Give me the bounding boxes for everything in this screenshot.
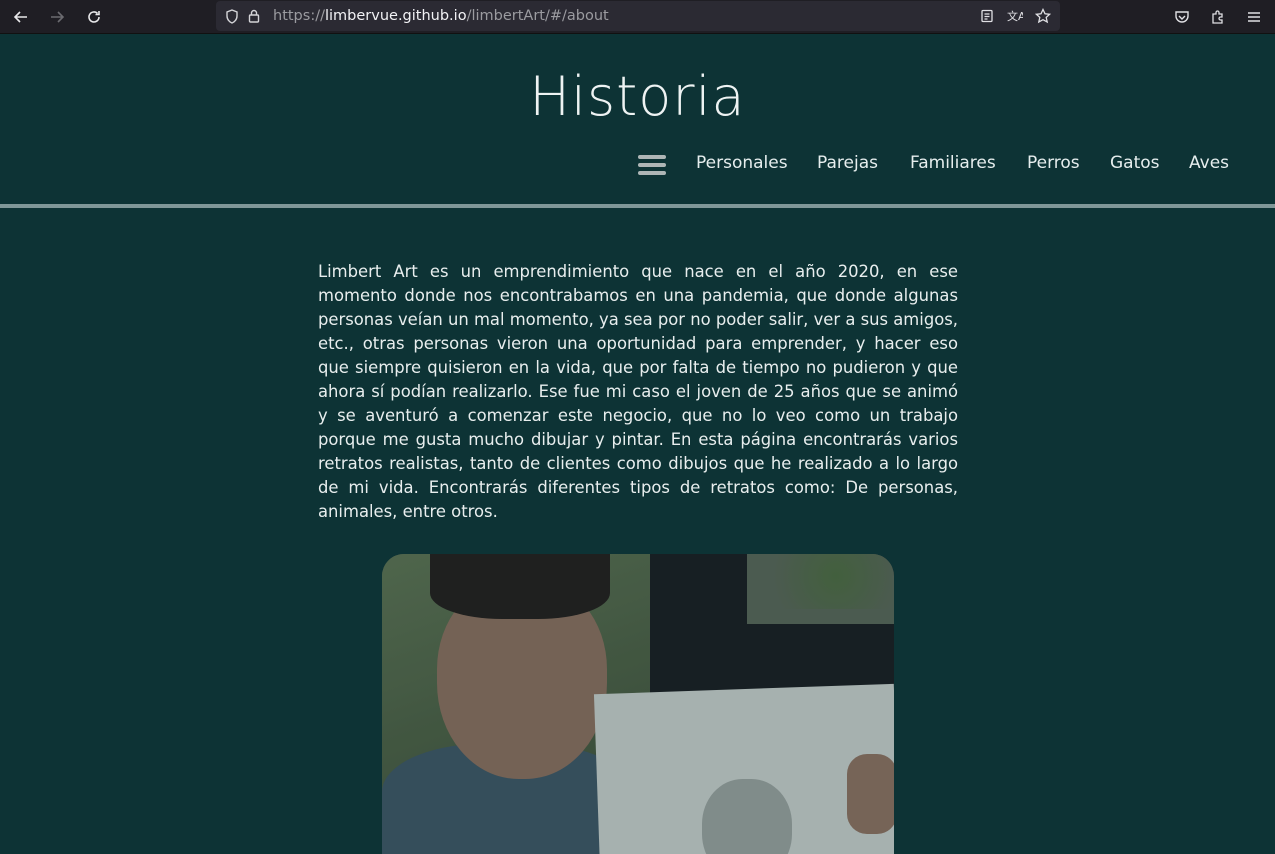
translate-icon[interactable]: 文A xyxy=(1004,5,1026,27)
svg-text:文A: 文A xyxy=(1007,9,1023,23)
nav-link-gatos[interactable]: Gatos xyxy=(1110,153,1160,173)
page-title: Historia xyxy=(529,65,746,128)
artist-photo xyxy=(382,554,894,854)
nav-link-perros[interactable]: Perros xyxy=(1027,153,1080,173)
forward-button[interactable] xyxy=(44,5,70,29)
url-path: /limbertArt/#/about xyxy=(466,8,609,24)
extensions-icon xyxy=(1212,10,1223,24)
url-text[interactable]: https://limbervue.github.io/limbertArt/#… xyxy=(273,8,609,24)
arrow-right-icon xyxy=(51,11,65,23)
arrow-left-icon xyxy=(13,11,27,23)
hamburger-menu-icon xyxy=(1248,12,1260,22)
reader-view-icon[interactable] xyxy=(976,5,998,27)
browser-toolbar: https://limbervue.github.io/limbertArt/#… xyxy=(0,0,1275,34)
lock-icon[interactable] xyxy=(243,5,265,27)
reload-button[interactable] xyxy=(81,5,107,29)
nav-link-personales[interactable]: Personales xyxy=(696,153,788,173)
extensions-button[interactable] xyxy=(1205,5,1231,29)
url-host: limbervue.github.io xyxy=(324,8,467,24)
url-bar[interactable]: https://limbervue.github.io/limbertArt/#… xyxy=(216,1,1060,31)
nav-link-aves[interactable]: Aves xyxy=(1189,153,1229,173)
url-scheme: https:// xyxy=(273,8,325,24)
pocket-button[interactable] xyxy=(1169,5,1195,29)
app-menu-button[interactable] xyxy=(1241,5,1267,29)
category-nav: Personales Parejas Familiares Perros Gat… xyxy=(0,153,1275,179)
about-paragraph: Limbert Art es un emprendimiento que nac… xyxy=(318,262,958,521)
shield-icon[interactable] xyxy=(221,5,243,27)
nav-link-familiares[interactable]: Familiares xyxy=(910,153,996,173)
nav-link-parejas[interactable]: Parejas xyxy=(817,153,878,173)
star-icon[interactable] xyxy=(1032,5,1054,27)
reload-icon xyxy=(88,11,100,23)
back-button[interactable] xyxy=(8,5,34,29)
pocket-icon xyxy=(1175,11,1189,23)
site-header: Historia Personales Parejas Familiares P… xyxy=(0,35,1275,205)
header-divider xyxy=(0,204,1275,208)
